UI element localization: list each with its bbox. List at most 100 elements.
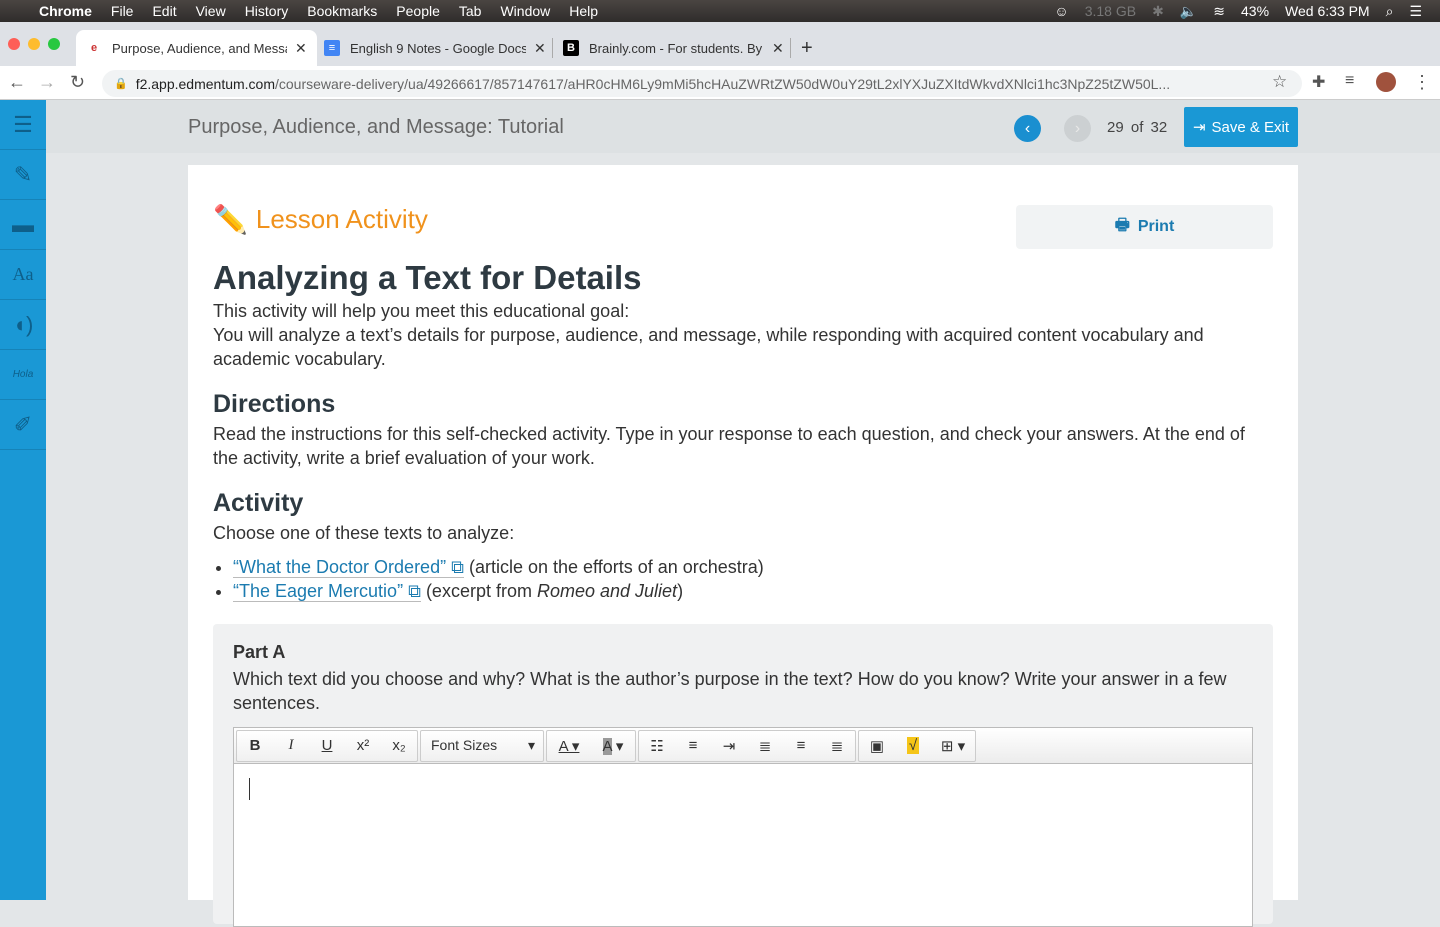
align-right-icon[interactable]: ≣ <box>819 737 855 755</box>
new-tab-button[interactable]: + <box>790 37 823 59</box>
zoom-window-button[interactable] <box>48 38 60 50</box>
menu-window[interactable]: Window <box>500 3 550 19</box>
numbered-list-icon[interactable]: ≡ <box>675 737 711 754</box>
print-label: Print <box>1137 218 1175 235</box>
font-sizes-dropdown[interactable]: Font Sizes ▾ <box>421 737 543 754</box>
chrome-menu-icon[interactable]: ⋮ <box>1413 72 1431 93</box>
edmentum-favicon-icon: e <box>90 42 98 54</box>
bluetooth-icon[interactable]: ✱ <box>1152 3 1164 20</box>
tab-edmentum[interactable]: e Purpose, Audience, and Message: Tutori… <box>76 30 317 66</box>
close-tab-icon[interactable]: ✕ <box>772 40 784 57</box>
equation-icon[interactable]: √ <box>895 737 931 754</box>
goal-intro: This activity will help you meet this ed… <box>213 301 630 321</box>
tab-brainly[interactable]: B Brainly.com - For students. By student… <box>552 38 794 58</box>
menu-history[interactable]: History <box>245 3 289 19</box>
media-control-icon[interactable]: ≡ <box>1345 72 1354 90</box>
folder-icon[interactable]: ▬ <box>0 200 46 250</box>
eager-mercutio-link[interactable]: “The Eager Mercutio” ⧉ <box>233 581 421 602</box>
menu-file[interactable]: File <box>111 3 134 19</box>
section-label-text: Lesson Activity <box>255 204 428 234</box>
reload-icon[interactable]: ↻ <box>70 72 85 93</box>
menu-bookmarks[interactable]: Bookmarks <box>307 3 377 19</box>
contents-list-icon[interactable]: ☰ <box>0 100 46 150</box>
previous-page-button[interactable]: ‹ <box>1014 115 1041 142</box>
directions-heading: Directions <box>213 390 336 418</box>
close-tab-icon[interactable]: ✕ <box>295 40 307 57</box>
dictionary-icon[interactable]: Aa <box>0 250 46 300</box>
editor-toolbar: B I U x² x₂ Font Sizes ▾ A ▾ A ▾ ☷ ≡ ⇥ ≣ … <box>234 728 1252 764</box>
close-window-button[interactable] <box>8 38 20 50</box>
wifi-icon[interactable]: ≋ <box>1213 3 1225 20</box>
back-icon[interactable]: ← <box>8 72 26 93</box>
menu-app[interactable]: Chrome <box>39 3 92 19</box>
choose-text: Choose one of these texts to analyze: <box>213 523 515 543</box>
part-a-panel: Part A Which text did you choose and why… <box>213 624 1273 927</box>
profile-avatar[interactable] <box>1376 72 1396 92</box>
text-to-speech-icon[interactable]: ◖) <box>0 300 46 350</box>
tab-bar: e Purpose, Audience, and Message: Tutori… <box>0 22 1440 66</box>
link-description: (excerpt from Romeo and Juliet) <box>425 581 684 601</box>
bookmark-star-icon[interactable]: ☆ <box>1272 72 1287 92</box>
volume-icon[interactable]: 🔈 <box>1180 3 1197 20</box>
list-item: “The Eager Mercutio” ⧉ (excerpt from Rom… <box>233 579 764 603</box>
part-a-heading: Part A <box>233 642 286 662</box>
underline-icon[interactable]: U <box>309 737 345 754</box>
url-host: f2.app.edmentum.com <box>135 75 275 92</box>
save-label: Save & Exit <box>1211 118 1290 136</box>
notification-center-icon[interactable]: ☰ <box>1409 3 1422 20</box>
highlighter-icon[interactable]: ✐ <box>0 400 46 450</box>
directions-text: Read the instructions for this self-chec… <box>213 424 1245 468</box>
tab-title: English 9 Notes - Google Docs <box>350 40 526 56</box>
goal-text: You will analyze a text’s details for pu… <box>213 325 1204 369</box>
printer-icon: 🖶 <box>1114 216 1130 234</box>
exit-icon: ⇥ <box>1192 119 1206 136</box>
battery-readout[interactable]: 43% <box>1241 3 1269 19</box>
url-path: /courseware-delivery/ua/49266617/8571476… <box>275 75 1171 92</box>
status-icon[interactable]: ☺ <box>1054 3 1068 19</box>
menu-people[interactable]: People <box>396 3 440 19</box>
brainly-favicon-icon: B <box>563 40 579 56</box>
notes-icon[interactable]: ✎ <box>0 150 46 200</box>
activity-title: Analyzing a Text for Details <box>213 259 642 296</box>
indent-icon[interactable]: ⇥ <box>711 737 747 755</box>
menu-tab[interactable]: Tab <box>459 3 482 19</box>
superscript-icon[interactable]: x² <box>345 737 381 754</box>
address-bar-row: ← → ↻ 🔒 f2.app.edmentum.com/courseware-d… <box>0 66 1440 100</box>
extensions-icon[interactable]: ✚ <box>1312 72 1325 92</box>
tab-title: Purpose, Audience, and Message: Tutorial <box>112 40 287 56</box>
doctor-ordered-link[interactable]: “What the Doctor Ordered” ⧉ <box>233 557 464 578</box>
background-color-icon[interactable]: A ▾ <box>591 737 635 755</box>
align-center-icon[interactable]: ≡ <box>783 737 819 754</box>
lesson-title: Purpose, Audience, and Message: Tutorial <box>188 116 564 138</box>
answer-textarea[interactable] <box>234 764 1252 924</box>
align-left-icon[interactable]: ≣ <box>747 737 783 755</box>
table-icon[interactable]: ⊞ ▾ <box>931 737 975 755</box>
text-cursor <box>249 778 250 800</box>
menu-view[interactable]: View <box>196 3 226 19</box>
tab-google-docs[interactable]: ≡ English 9 Notes - Google Docs ✕ <box>314 30 556 66</box>
minimize-window-button[interactable] <box>28 38 40 50</box>
lock-icon: 🔒 <box>114 78 128 90</box>
print-button[interactable]: 🖶 Print <box>1016 205 1273 249</box>
close-tab-icon[interactable]: ✕ <box>534 40 546 57</box>
text-color-icon[interactable]: A ▾ <box>547 737 591 755</box>
activity-heading: Activity <box>213 489 304 517</box>
spotlight-icon[interactable]: ⌕ <box>1386 3 1394 20</box>
url-input[interactable]: 🔒 f2.app.edmentum.com/courseware-deliver… <box>102 70 1302 97</box>
window-controls <box>8 38 60 50</box>
forward-icon[interactable]: → <box>38 72 56 93</box>
section-label: ✏️ Lesson Activity <box>213 203 428 236</box>
insert-image-icon[interactable]: ▣ <box>859 737 895 755</box>
part-a-question: Which text did you choose and why? What … <box>233 669 1227 713</box>
italic-icon[interactable]: I <box>273 737 309 754</box>
save-and-exit-button[interactable]: ⇥ Save & Exit <box>1184 107 1298 147</box>
bullet-list-icon[interactable]: ☷ <box>639 737 675 755</box>
menu-edit[interactable]: Edit <box>152 3 176 19</box>
clock[interactable]: Wed 6:33 PM <box>1285 3 1370 19</box>
translate-icon[interactable]: Hola <box>0 350 46 400</box>
next-page-button[interactable]: › <box>1064 115 1091 142</box>
bold-icon[interactable]: B <box>237 737 273 754</box>
memory-readout[interactable]: 3.18 GB <box>1085 3 1136 19</box>
menu-help[interactable]: Help <box>569 3 598 19</box>
subscript-icon[interactable]: x₂ <box>381 737 417 754</box>
